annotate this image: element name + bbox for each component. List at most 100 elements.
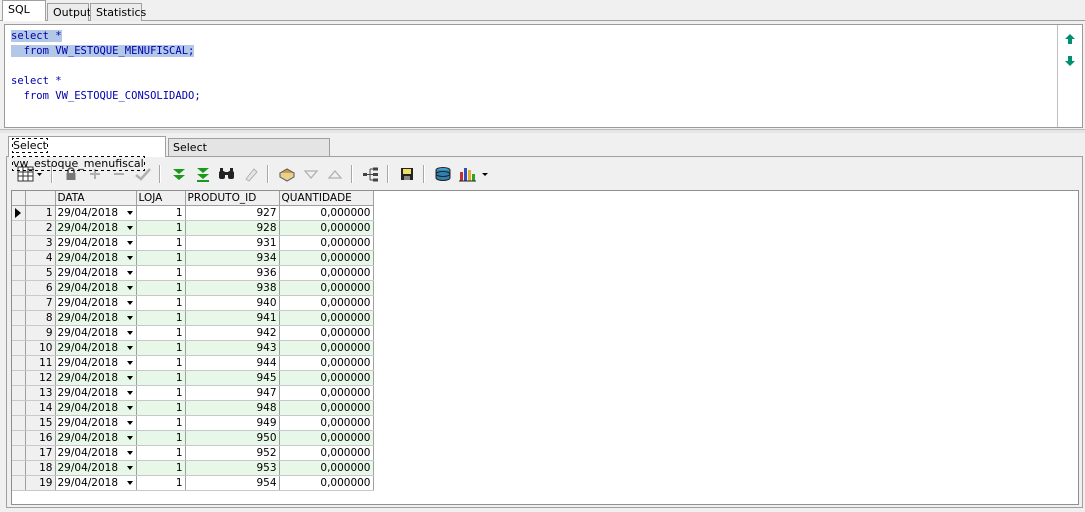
table-row[interactable]: 15 29/04/2018 1 949 0,000000 bbox=[12, 415, 374, 431]
cell-quantidade[interactable]: 0,000000 bbox=[279, 280, 374, 296]
cell-quantidade[interactable]: 0,000000 bbox=[279, 385, 374, 401]
filter-up-button[interactable] bbox=[325, 164, 345, 184]
cell-produto-id[interactable]: 931 bbox=[185, 235, 280, 251]
row-indicator[interactable] bbox=[12, 250, 26, 266]
column-header-produto-id[interactable]: PRODUTO_ID bbox=[185, 191, 280, 206]
dropdown-arrow-icon[interactable] bbox=[126, 466, 133, 470]
dropdown-arrow-icon[interactable] bbox=[126, 391, 133, 395]
tab-statistics[interactable]: Statistics bbox=[90, 3, 146, 21]
find-button[interactable] bbox=[217, 164, 237, 184]
dropdown-arrow-icon[interactable] bbox=[126, 421, 133, 425]
result-grid[interactable]: DATA LOJA PRODUTO_ID QUANTIDADE 1 29/04/2… bbox=[11, 190, 1079, 505]
cell-data[interactable]: 29/04/2018 bbox=[55, 340, 137, 356]
cell-data[interactable]: 29/04/2018 bbox=[55, 430, 137, 446]
cell-data[interactable]: 29/04/2018 bbox=[55, 250, 137, 266]
cell-data[interactable]: 29/04/2018 bbox=[55, 355, 137, 371]
cell-loja[interactable]: 1 bbox=[136, 415, 186, 431]
dropdown-arrow-icon[interactable] bbox=[126, 316, 133, 320]
row-indicator[interactable] bbox=[12, 325, 26, 341]
table-row[interactable]: 4 29/04/2018 1 934 0,000000 bbox=[12, 250, 374, 266]
cell-data[interactable]: 29/04/2018 bbox=[55, 385, 137, 401]
dropdown-arrow-icon[interactable] bbox=[126, 436, 133, 440]
cell-quantidade[interactable]: 0,000000 bbox=[279, 355, 374, 371]
cell-produto-id[interactable]: 954 bbox=[185, 475, 280, 491]
table-row[interactable]: 18 29/04/2018 1 953 0,000000 bbox=[12, 460, 374, 476]
row-indicator[interactable] bbox=[12, 475, 26, 491]
dropdown-arrow-icon[interactable] bbox=[126, 211, 133, 215]
dropdown-arrow-icon[interactable] bbox=[126, 256, 133, 260]
table-row[interactable]: 5 29/04/2018 1 936 0,000000 bbox=[12, 265, 374, 281]
query-by-example-button[interactable] bbox=[277, 164, 297, 184]
cell-produto-id[interactable]: 938 bbox=[185, 280, 280, 296]
row-indicator[interactable] bbox=[12, 220, 26, 236]
row-indicator[interactable] bbox=[12, 445, 26, 461]
cell-quantidade[interactable]: 0,000000 bbox=[279, 430, 374, 446]
row-indicator[interactable] bbox=[12, 265, 26, 281]
cell-loja[interactable]: 1 bbox=[136, 355, 186, 371]
cell-produto-id[interactable]: 940 bbox=[185, 295, 280, 311]
table-row[interactable]: 8 29/04/2018 1 941 0,000000 bbox=[12, 310, 374, 326]
tab-sql[interactable]: SQL bbox=[2, 0, 46, 21]
cell-quantidade[interactable]: 0,000000 bbox=[279, 220, 374, 236]
row-indicator[interactable] bbox=[12, 310, 26, 326]
cell-produto-id[interactable]: 948 bbox=[185, 400, 280, 416]
clear-button[interactable] bbox=[241, 164, 261, 184]
cell-produto-id[interactable]: 953 bbox=[185, 460, 280, 476]
dropdown-arrow-icon[interactable] bbox=[126, 271, 133, 275]
table-row[interactable]: 11 29/04/2018 1 944 0,000000 bbox=[12, 355, 374, 371]
table-row[interactable]: 16 29/04/2018 1 950 0,000000 bbox=[12, 430, 374, 446]
cell-quantidade[interactable]: 0,000000 bbox=[279, 415, 374, 431]
tree-button[interactable] bbox=[361, 164, 381, 184]
dropdown-arrow-icon[interactable] bbox=[126, 361, 133, 365]
fetch-next-button[interactable] bbox=[169, 164, 189, 184]
save-button[interactable] bbox=[397, 164, 417, 184]
cell-loja[interactable]: 1 bbox=[136, 460, 186, 476]
row-indicator[interactable] bbox=[12, 340, 26, 356]
cell-quantidade[interactable]: 0,000000 bbox=[279, 265, 374, 281]
cell-loja[interactable]: 1 bbox=[136, 430, 186, 446]
row-indicator[interactable] bbox=[12, 400, 26, 416]
cell-quantidade[interactable]: 0,000000 bbox=[279, 460, 374, 476]
cell-produto-id[interactable]: 952 bbox=[185, 445, 280, 461]
cell-data[interactable]: 29/04/2018 bbox=[55, 460, 137, 476]
dropdown-arrow-icon[interactable] bbox=[126, 301, 133, 305]
row-indicator[interactable] bbox=[12, 385, 26, 401]
dropdown-arrow-icon[interactable] bbox=[126, 481, 133, 485]
cell-produto-id[interactable]: 945 bbox=[185, 370, 280, 386]
cell-loja[interactable]: 1 bbox=[136, 370, 186, 386]
table-row[interactable]: 9 29/04/2018 1 942 0,000000 bbox=[12, 325, 374, 341]
database-button[interactable] bbox=[433, 164, 453, 184]
cell-data[interactable]: 29/04/2018 bbox=[55, 280, 137, 296]
cell-quantidade[interactable]: 0,000000 bbox=[279, 370, 374, 386]
table-row[interactable]: 1 29/04/2018 1 927 0,000000 bbox=[12, 205, 374, 221]
table-row[interactable]: 14 29/04/2018 1 948 0,000000 bbox=[12, 400, 374, 416]
cell-loja[interactable]: 1 bbox=[136, 475, 186, 491]
cell-loja[interactable]: 1 bbox=[136, 250, 186, 266]
cell-data[interactable]: 29/04/2018 bbox=[55, 205, 137, 221]
cell-loja[interactable]: 1 bbox=[136, 280, 186, 296]
cell-data[interactable]: 29/04/2018 bbox=[55, 370, 137, 386]
cell-produto-id[interactable]: 944 bbox=[185, 355, 280, 371]
row-indicator[interactable] bbox=[12, 280, 26, 296]
dropdown-arrow-icon[interactable] bbox=[126, 376, 133, 380]
cell-data[interactable]: 29/04/2018 bbox=[55, 265, 137, 281]
cell-quantidade[interactable]: 0,000000 bbox=[279, 340, 374, 356]
column-header-quantidade[interactable]: QUANTIDADE bbox=[279, 191, 374, 206]
cell-produto-id[interactable]: 947 bbox=[185, 385, 280, 401]
row-indicator[interactable] bbox=[12, 235, 26, 251]
table-row[interactable]: 12 29/04/2018 1 945 0,000000 bbox=[12, 370, 374, 386]
dropdown-arrow-icon[interactable] bbox=[126, 451, 133, 455]
cell-quantidade[interactable]: 0,000000 bbox=[279, 445, 374, 461]
previous-statement-button[interactable] bbox=[1064, 33, 1076, 45]
next-statement-button[interactable] bbox=[1064, 55, 1076, 67]
row-indicator[interactable] bbox=[12, 460, 26, 476]
cell-data[interactable]: 29/04/2018 bbox=[55, 400, 137, 416]
cell-quantidade[interactable]: 0,000000 bbox=[279, 475, 374, 491]
dropdown-arrow-icon[interactable] bbox=[126, 226, 133, 230]
dropdown-arrow-icon[interactable] bbox=[126, 286, 133, 290]
cell-loja[interactable]: 1 bbox=[136, 220, 186, 236]
cell-data[interactable]: 29/04/2018 bbox=[55, 295, 137, 311]
cell-produto-id[interactable]: 943 bbox=[185, 340, 280, 356]
cell-produto-id[interactable]: 934 bbox=[185, 250, 280, 266]
dropdown-arrow-icon[interactable] bbox=[126, 331, 133, 335]
